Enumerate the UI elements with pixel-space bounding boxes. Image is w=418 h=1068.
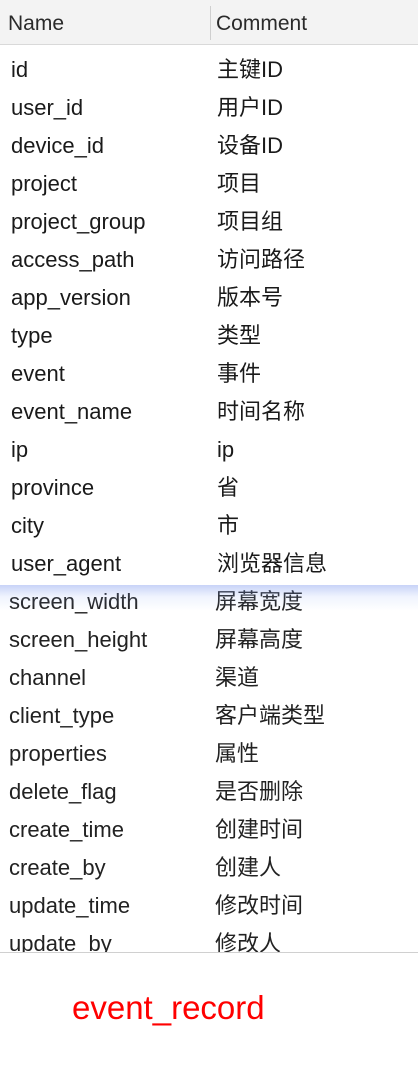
table-row[interactable]: id 主键ID bbox=[0, 51, 418, 89]
field-comment: 屏幕高度 bbox=[215, 627, 304, 652]
column-header-comment[interactable]: Comment bbox=[216, 0, 307, 45]
table-row[interactable]: properties 属性 bbox=[0, 735, 418, 773]
field-comment: 设备ID bbox=[217, 133, 284, 158]
field-name: update_time bbox=[9, 893, 131, 918]
field-name: province bbox=[11, 475, 95, 500]
table-row[interactable]: province 省 bbox=[0, 469, 418, 507]
table-row[interactable]: project_group 项目组 bbox=[0, 203, 418, 241]
table-row[interactable]: update_time 修改时间 bbox=[0, 887, 418, 925]
field-name: user_id bbox=[11, 95, 84, 120]
field-name: properties bbox=[9, 741, 107, 766]
field-comment: 市 bbox=[217, 513, 240, 538]
field-comment: 创建时间 bbox=[215, 817, 304, 842]
table-row[interactable]: screen_width 屏幕宽度 bbox=[0, 583, 418, 621]
field-comment: 省 bbox=[217, 475, 240, 500]
table-row[interactable]: client_type 客户端类型 bbox=[0, 697, 418, 735]
field-comment: 修改时间 bbox=[215, 893, 304, 918]
field-comment: 主键ID bbox=[217, 57, 284, 82]
field-name: user_agent bbox=[11, 551, 122, 576]
field-name: project_group bbox=[11, 209, 146, 234]
field-name: client_type bbox=[9, 703, 115, 728]
table-body: id 主键ID user_id 用户ID device_id 设备ID project… bbox=[0, 51, 418, 952]
table-row[interactable]: screen_height 屏幕高度 bbox=[0, 621, 418, 659]
table-name-caption: event_record bbox=[72, 989, 265, 1026]
field-comment: 版本号 bbox=[217, 285, 284, 310]
field-comment: 屏幕宽度 bbox=[215, 589, 304, 614]
field-comment: 创建人 bbox=[215, 855, 282, 880]
table-row[interactable]: update_by 修改人 bbox=[0, 925, 418, 952]
column-header-name[interactable]: Name bbox=[8, 0, 64, 45]
field-name: delete_flag bbox=[9, 779, 117, 804]
field-comment: 时间名称 bbox=[217, 399, 306, 424]
table-panel: Name Comment id 主键ID user_id 用户ID device_i… bbox=[0, 0, 418, 952]
field-comment: 事件 bbox=[217, 361, 262, 386]
field-comment: 访问路径 bbox=[217, 247, 306, 272]
field-comment: 浏览器信息 bbox=[217, 551, 328, 576]
field-name: device_id bbox=[11, 133, 104, 158]
field-comment: 是否删除 bbox=[215, 779, 304, 804]
table-row[interactable]: project 项目 bbox=[0, 165, 418, 203]
table-row[interactable]: channel 渠道 bbox=[0, 659, 418, 697]
field-name: update_by bbox=[9, 931, 112, 952]
table-row[interactable]: type 类型 bbox=[0, 317, 418, 355]
field-name: ip bbox=[11, 437, 29, 462]
field-comment: 属性 bbox=[215, 741, 260, 766]
field-name: access_path bbox=[11, 247, 135, 272]
field-comment: 类型 bbox=[217, 323, 262, 348]
table-row[interactable]: create_by 创建人 bbox=[0, 849, 418, 887]
table-row[interactable]: access_path 访问路径 bbox=[0, 241, 418, 279]
field-name: event_name bbox=[11, 399, 133, 424]
table-row[interactable]: create_time 创建时间 bbox=[0, 811, 418, 849]
field-name: create_time bbox=[9, 817, 124, 842]
field-name: city bbox=[11, 513, 44, 538]
table-row[interactable]: user_agent 浏览器信息 bbox=[0, 545, 418, 583]
field-comment: 渠道 bbox=[215, 665, 260, 690]
field-name: type bbox=[11, 323, 53, 348]
table-row[interactable]: delete_flag 是否删除 bbox=[0, 773, 418, 811]
table-row[interactable]: ip ip bbox=[0, 431, 418, 469]
field-comment: 项目 bbox=[217, 171, 262, 196]
field-name: project bbox=[11, 171, 78, 196]
field-name: event bbox=[11, 361, 65, 386]
field-comment: 修改人 bbox=[215, 931, 282, 952]
table-row[interactable]: app_version 版本号 bbox=[0, 279, 418, 317]
field-name: channel bbox=[9, 665, 87, 690]
field-name: screen_height bbox=[9, 627, 148, 652]
table-row[interactable]: user_id 用户ID bbox=[0, 89, 418, 127]
field-comment: 用户ID bbox=[217, 95, 284, 120]
field-comment: 项目组 bbox=[217, 209, 284, 234]
field-comment: ip bbox=[217, 437, 235, 462]
table-bottom-border bbox=[0, 952, 418, 953]
table-row[interactable]: device_id 设备ID bbox=[0, 127, 418, 165]
table-row[interactable]: city 市 bbox=[0, 507, 418, 545]
field-name: id bbox=[11, 57, 29, 82]
field-name: screen_width bbox=[9, 589, 139, 614]
field-comment: 客户端类型 bbox=[215, 703, 326, 728]
table-row[interactable]: event_name 时间名称 bbox=[0, 393, 418, 431]
field-name: create_by bbox=[9, 855, 106, 880]
field-name: app_version bbox=[11, 285, 131, 310]
table-header: Name Comment bbox=[0, 0, 418, 45]
table-row[interactable]: event 事件 bbox=[0, 355, 418, 393]
column-divider[interactable] bbox=[210, 6, 211, 40]
